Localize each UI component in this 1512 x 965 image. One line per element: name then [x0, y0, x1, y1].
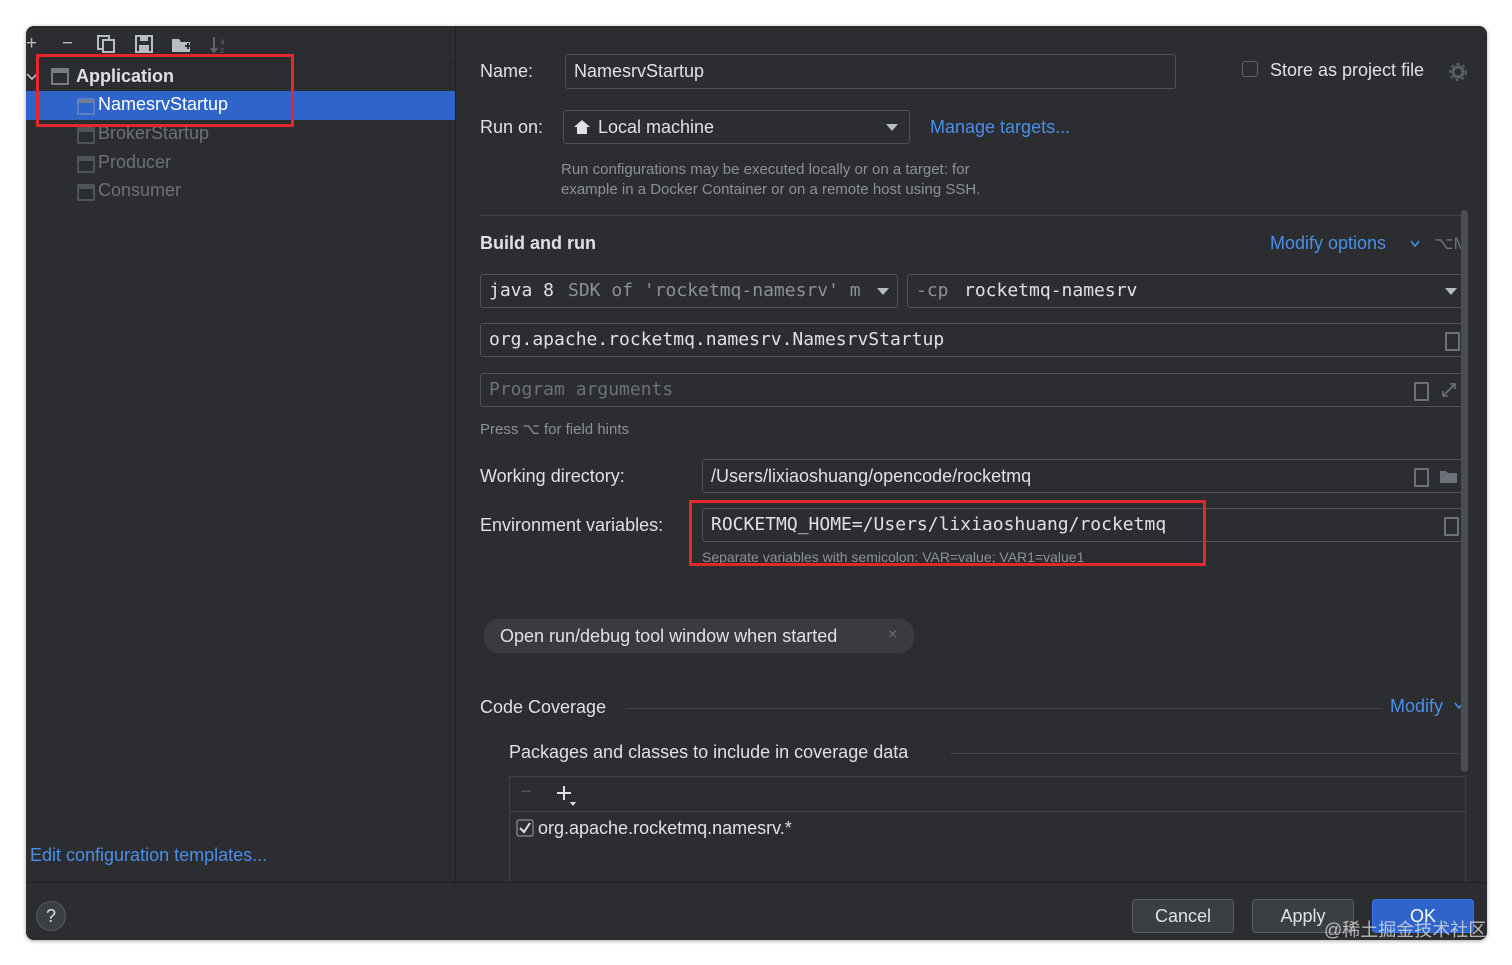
coverage-list: − org.apache.rocketmq.namesrv.* [509, 776, 1467, 882]
jdk-module: SDK of 'rocketmq-namesrv' m [568, 280, 861, 301]
tree-item-producer[interactable]: Producer [98, 152, 171, 173]
run-on-hint-line1: Run configurations may be executed local… [561, 161, 970, 178]
name-value: NamesrvStartup [574, 61, 705, 81]
cp-value: rocketmq-namesrv [964, 280, 1138, 301]
panel-divider [455, 26, 456, 882]
svg-text:a: a [220, 37, 225, 46]
run-on-hint-line2: example in a Docker Container or on a re… [561, 181, 981, 198]
tool-window-option-label: Open run/debug tool window when started [500, 626, 838, 646]
add-pattern-icon[interactable] [556, 785, 578, 807]
save-icon[interactable] [135, 35, 153, 53]
environment-variables-label: Environment variables: [480, 515, 664, 535]
store-checkbox[interactable] [1242, 61, 1258, 77]
sort-icon[interactable]: a z [210, 35, 228, 55]
config-icon [77, 184, 95, 201]
field-hints-text: Press ⌥ for field hints [480, 421, 630, 438]
coverage-entry: org.apache.rocketmq.namesrv.* [538, 818, 792, 838]
cancel-button[interactable]: Cancel [1132, 899, 1234, 933]
expand-icon[interactable] [1441, 382, 1457, 398]
program-arguments-input[interactable]: Program arguments [480, 373, 1466, 407]
jdk-select[interactable]: java 8 SDK of 'rocketmq-namesrv' m [480, 274, 898, 308]
working-directory-label: Working directory: [480, 466, 625, 486]
gear-icon[interactable] [1449, 63, 1467, 81]
insert-macro-icon[interactable] [1414, 468, 1429, 487]
tool-window-option-chip[interactable]: Open run/debug tool window when started … [484, 619, 914, 653]
jdk-version: java 8 [489, 280, 555, 301]
config-icon [77, 127, 95, 144]
chevron-down-icon [1410, 240, 1420, 248]
remove-icon[interactable]: − [62, 34, 73, 54]
watermark: @稀土掘金技术社区 [1324, 920, 1487, 940]
edit-variables-icon[interactable] [1444, 517, 1459, 536]
remove-pattern-icon[interactable]: − [520, 781, 532, 804]
cp-flag: -cp [916, 280, 949, 301]
run-on-select[interactable]: Local machine [563, 110, 910, 144]
build-and-run-title: Build and run [480, 233, 596, 253]
insert-macro-icon[interactable] [1414, 382, 1429, 401]
highlight-box-env [689, 500, 1206, 566]
coverage-packages-label: Packages and classes to include in cover… [509, 742, 909, 762]
home-icon [574, 120, 590, 134]
name-input[interactable]: NamesrvStartup [565, 54, 1176, 89]
folder-icon[interactable] [1439, 469, 1459, 485]
modify-options-link[interactable]: Modify options [1270, 233, 1386, 254]
main-class-input[interactable]: org.apache.rocketmq.namesrv.NamesrvStart… [480, 323, 1466, 357]
manage-targets-link[interactable]: Manage targets... [930, 117, 1070, 138]
classpath-select[interactable]: -cp rocketmq-namesrv [907, 274, 1466, 308]
name-label: Name: [480, 61, 534, 81]
coverage-modify-link[interactable]: Modify [1390, 696, 1443, 717]
code-coverage-title: Code Coverage [480, 697, 607, 717]
configurations-sidebar: + − a z Application NamesrvStartup Broke… [26, 26, 455, 882]
main-class-value: org.apache.rocketmq.namesrv.NamesrvStart… [489, 329, 945, 350]
working-directory-value: /Users/lixiaoshuang/opencode/rocketmq [711, 466, 1032, 486]
program-arguments-placeholder: Program arguments [489, 379, 674, 400]
section-divider [950, 753, 1466, 754]
add-icon[interactable]: + [26, 34, 37, 54]
dropdown-arrow-icon [877, 288, 889, 295]
dialog-footer: ? Cancel Apply OK [26, 882, 1487, 940]
scrollbar[interactable] [1461, 210, 1468, 772]
run-on-value: Local machine [598, 117, 715, 137]
run-configurations-dialog: + − a z Application NamesrvStartup Broke… [26, 26, 1487, 940]
browse-icon[interactable] [1445, 332, 1460, 351]
config-icon [77, 156, 95, 173]
section-divider [480, 215, 1464, 216]
store-label: Store as project file [1270, 60, 1425, 80]
close-icon[interactable]: × [888, 626, 897, 644]
copy-icon[interactable] [97, 35, 115, 53]
edit-templates-link[interactable]: Edit configuration templates... [30, 845, 267, 866]
folder-add-icon[interactable] [171, 36, 193, 54]
dropdown-arrow-icon [1445, 288, 1457, 295]
dropdown-arrow-icon [886, 124, 898, 131]
tree-item-consumer[interactable]: Consumer [98, 180, 181, 201]
highlight-box-tree [36, 54, 294, 127]
coverage-entry-checkbox[interactable] [516, 819, 534, 837]
run-on-label: Run on: [480, 117, 544, 137]
section-divider [626, 708, 1382, 709]
working-directory-input[interactable]: /Users/lixiaoshuang/opencode/rocketmq [702, 459, 1466, 493]
help-button[interactable]: ? [36, 901, 66, 931]
